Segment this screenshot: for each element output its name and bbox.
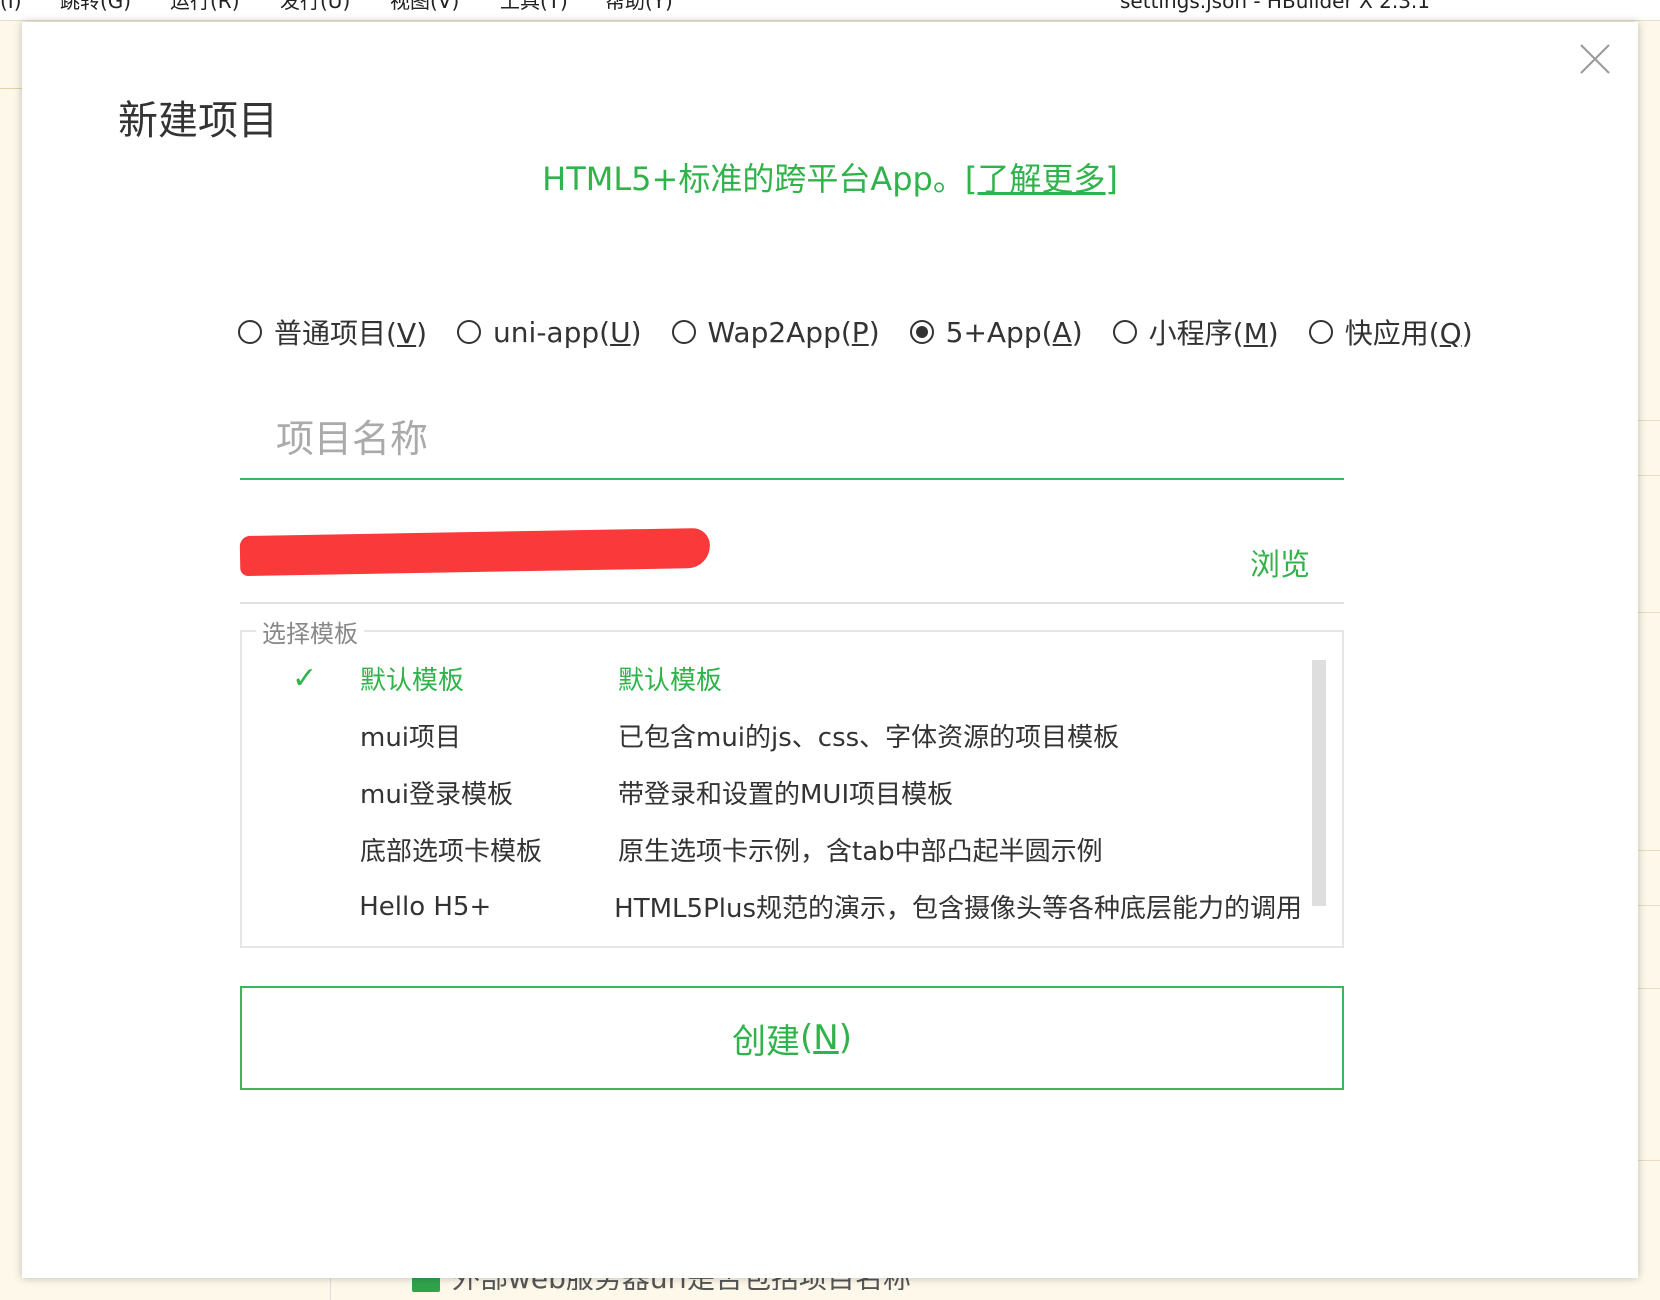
menu-item-publish[interactable]: 发行(U) (280, 0, 350, 11)
dialog-title: 新建项目 (118, 98, 278, 144)
project-type-radio[interactable]: 5+App(A) (909, 312, 1083, 352)
menu-item[interactable]: (I) (0, 0, 22, 11)
create-button[interactable]: 创建(N) (240, 986, 1344, 1090)
radio-mnemonic: V (396, 317, 417, 350)
radio-mnemonic: Q (1439, 317, 1462, 350)
radio-label: Wap2App(P) (707, 315, 880, 349)
template-name: 默认模板 (360, 666, 465, 696)
radio-label-text: 5+App (945, 315, 1042, 349)
background-divider (1638, 905, 1660, 906)
radio-unchecked-icon[interactable] (1112, 320, 1137, 344)
radio-label: 小程序(M) (1148, 317, 1279, 350)
radio-unchecked-icon[interactable] (457, 320, 482, 344)
project-type-group: 普通项目(V) uni-app(U) Wap2App(P) 5+App(A) 小程序(M… (238, 312, 1503, 352)
template-description: 原生选项卡示例，含tab中部凸起半圆示例 (618, 837, 1103, 867)
project-location-row: 浏览 (239, 522, 1344, 604)
project-type-radio[interactable]: Wap2App(P) (671, 312, 880, 352)
radio-mnemonic: U (610, 315, 631, 349)
project-name-input[interactable] (240, 400, 1344, 480)
menu-item-view[interactable]: 视图(V) (390, 0, 459, 11)
template-name: mui登录模板 (360, 780, 514, 810)
template-name: 底部选项卡模板 (360, 837, 543, 867)
radio-label-text: 普通项目 (274, 317, 387, 350)
template-description: 带登录和设置的MUI项目模板 (618, 780, 954, 810)
project-type-radio[interactable]: uni-app(U) (457, 312, 642, 352)
template-name: Hello H5+ (359, 891, 492, 922)
create-mnemonic: N (813, 1018, 839, 1058)
close-icon[interactable] (1578, 42, 1612, 76)
radio-label: 5+App(A) (945, 315, 1083, 349)
radio-unchecked-icon[interactable] (1308, 320, 1333, 344)
background-divider (0, 88, 22, 89)
template-scrollbar[interactable] (1312, 660, 1326, 906)
radio-unchecked-icon[interactable] (671, 320, 696, 344)
menu-item-run[interactable]: 运行(R) (170, 0, 240, 11)
template-description: 默认模板 (618, 666, 723, 696)
template-description: HTML5Plus规范的演示，包含摄像头等各种底层能力的调用 (614, 894, 1302, 924)
background-divider (1638, 475, 1660, 476)
radio-label-text: 小程序 (1148, 317, 1233, 350)
template-row[interactable]: mui登录模板 带登录和设置的MUI项目模板 (242, 764, 1302, 821)
redacted-path (239, 527, 711, 577)
project-type-radio[interactable]: 小程序(M) (1112, 312, 1279, 352)
checkmark-icon: ✓ (292, 661, 318, 696)
radio-mnemonic: M (1243, 317, 1268, 350)
radio-label: 普通项目(V) (274, 317, 428, 350)
background-divider (1638, 1160, 1660, 1161)
radio-label: uni-app(U) (493, 315, 642, 349)
create-label: 创建 (732, 1021, 801, 1062)
project-type-radio[interactable]: 普通项目(V) (238, 312, 427, 352)
background-divider (1638, 850, 1660, 851)
radio-label: 快应用(Q) (1344, 317, 1473, 350)
template-group: 选择模板 ✓ 默认模板 默认模板 mui项目 已包含mui的js、css、字体资源的项目… (240, 614, 1344, 948)
radio-unchecked-icon[interactable] (238, 320, 262, 344)
radio-mnemonic: A (1052, 315, 1072, 349)
background-divider (1638, 988, 1660, 989)
menu-item-goto[interactable]: 跳转(G) (60, 0, 131, 11)
background-divider (330, 1278, 331, 1300)
template-list: ✓ 默认模板 默认模板 mui项目 已包含mui的js、css、字体资源的项目模板 mui… (242, 650, 1302, 935)
browse-button[interactable]: 浏览 (1250, 540, 1310, 584)
template-description: 已包含mui的js、css、字体资源的项目模板 (618, 723, 1120, 753)
background-menubar: (I) 跳转(G) 运行(R) 发行(U) 视图(V) 工具(T) 帮助(Y) … (0, 0, 1660, 21)
background-divider (1638, 612, 1660, 613)
template-row[interactable]: Hello H5+ HTML5Plus规范的演示，包含摄像头等各种底层能力的调用 (242, 878, 1302, 935)
radio-label-text: Wap2App (707, 315, 841, 349)
template-legend: 选择模板 (256, 614, 364, 649)
template-row[interactable]: ✓ 默认模板 默认模板 (242, 650, 1302, 707)
menu-item-help[interactable]: 帮助(Y) (605, 0, 673, 11)
template-name: mui项目 (360, 723, 462, 753)
menu-item-tools[interactable]: 工具(T) (500, 0, 568, 11)
background-divider (1638, 420, 1660, 421)
project-type-radio[interactable]: 快应用(Q) (1308, 312, 1473, 352)
new-project-dialog: 新建项目 HTML5+标准的跨平台App。[了解更多] 普通项目(V) uni-a… (22, 22, 1638, 1278)
template-row[interactable]: mui项目 已包含mui的js、css、字体资源的项目模板 (242, 707, 1302, 764)
learn-more-link[interactable]: [了解更多] (965, 160, 1118, 198)
radio-label-text: 快应用 (1344, 317, 1429, 350)
radio-mnemonic: P (851, 315, 869, 349)
template-row[interactable]: 底部选项卡模板 原生选项卡示例，含tab中部凸起半圆示例 (242, 821, 1302, 878)
window-title: settings.json - HBuilder X 2.3.1 (1120, 0, 1431, 13)
radio-label-text: uni-app (493, 315, 600, 349)
radio-checked-icon[interactable] (909, 320, 934, 344)
project-type-description: HTML5+标准的跨平台App。[了解更多] (22, 154, 1638, 200)
subtitle-text: HTML5+标准的跨平台App。 (542, 160, 965, 198)
